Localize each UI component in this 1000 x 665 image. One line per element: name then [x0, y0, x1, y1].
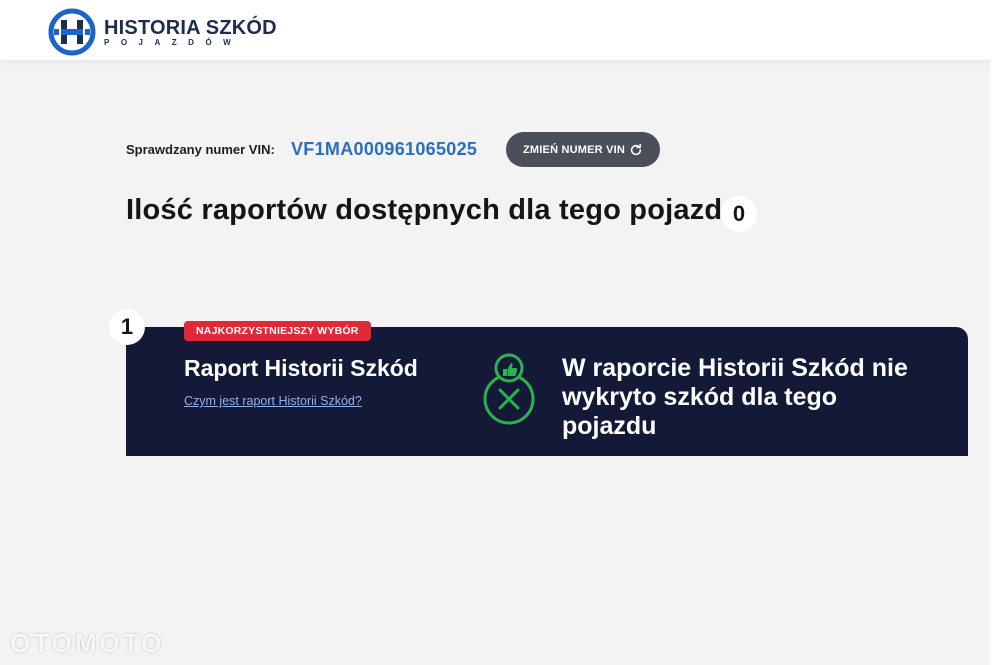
logo-title: HISTORIA SZKÓD	[104, 16, 277, 39]
vin-value: VF1MA000961065025	[291, 139, 478, 159]
historia-szkod-logo-icon	[48, 8, 96, 56]
logo[interactable]: HISTORIA SZKÓD POJAZDÓW	[48, 8, 277, 56]
result-message: W raporcie Historii Szkód nie wykryto sz…	[562, 354, 908, 440]
report-title: Raport Historii Szkód	[184, 355, 418, 381]
change-vin-label: ZMIEŃ NUMER VIN	[523, 143, 625, 156]
site-header: HISTORIA SZKÓD POJAZDÓW	[0, 0, 1000, 60]
refresh-icon	[630, 143, 642, 155]
no-damage-icon	[483, 353, 535, 425]
otomoto-watermark: OTOMOTO	[10, 628, 165, 658]
vin-label: Sprawdzany numer VIN:	[126, 142, 275, 157]
step-number: 1	[109, 309, 145, 345]
logo-subtitle: POJAZDÓW	[104, 37, 243, 47]
page-edge	[990, 60, 1000, 665]
reports-count-badge: 0	[721, 196, 757, 232]
change-vin-button[interactable]: ZMIEŃ NUMER VIN	[506, 132, 660, 167]
what-is-report-link[interactable]: Czym jest raport Historii Szkód?	[184, 394, 362, 408]
reports-count-title: Ilość raportów dostępnych dla tego pojaz…	[126, 194, 741, 226]
best-choice-badge: NAJKORZYSTNIEJSZY WYBÓR	[184, 321, 371, 341]
